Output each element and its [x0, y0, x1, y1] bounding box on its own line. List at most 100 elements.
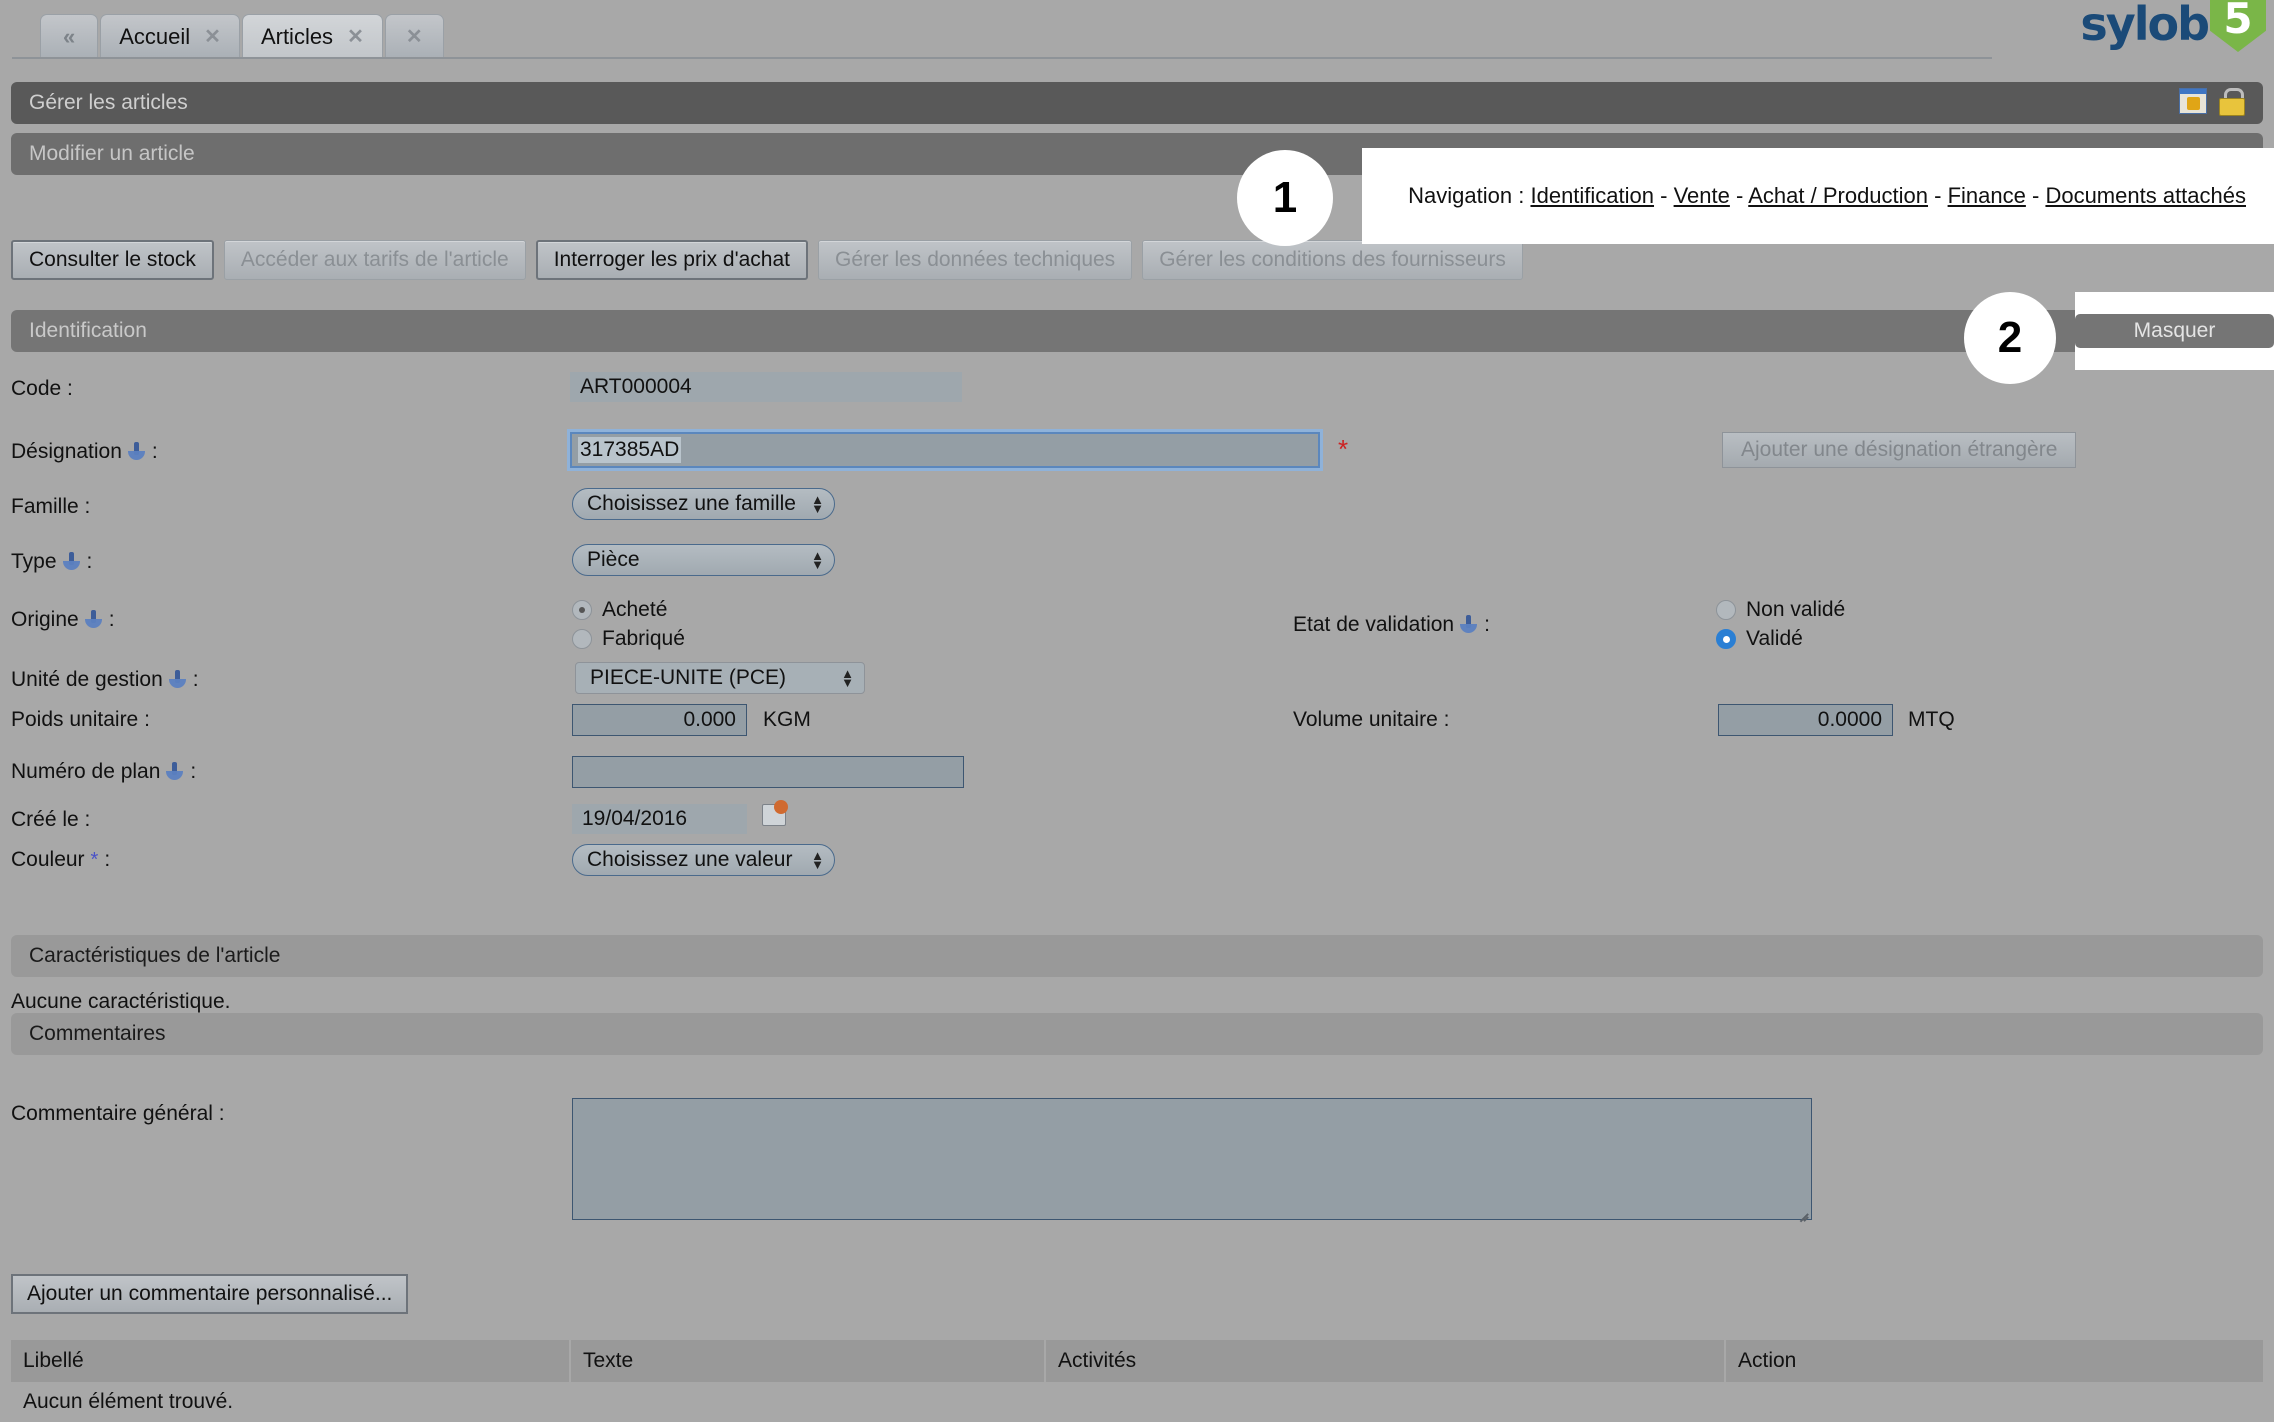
- code-label-text: Code :: [11, 377, 73, 400]
- origine-label-text: Origine: [11, 608, 79, 631]
- radio-icon-selected[interactable]: [1716, 629, 1736, 649]
- section-header-caracteristiques: Caractéristiques de l'article: [11, 935, 2263, 977]
- nav-separator: -: [2032, 183, 2040, 208]
- nav-link-finance[interactable]: Finance: [1948, 183, 2026, 208]
- origine-label-suffix: :: [108, 608, 115, 631]
- masquer-button[interactable]: Masquer: [2075, 314, 2274, 348]
- page-title: Gérer les articles: [29, 91, 188, 114]
- code-label: Code :: [11, 377, 73, 401]
- numero-plan-input[interactable]: [572, 756, 964, 788]
- designation-required-star: *: [1338, 434, 1349, 464]
- close-icon[interactable]: ✕: [406, 24, 423, 49]
- designation-input[interactable]: 317385AD: [567, 429, 1323, 471]
- help-icon[interactable]: [127, 442, 146, 462]
- etat-validation-option-non-valide[interactable]: Non validé: [1716, 598, 1845, 622]
- comments-table: Libellé Texte Activités Action Aucun élé…: [11, 1340, 2263, 1422]
- annotation-number: 2: [1997, 313, 2023, 362]
- button-label: Accéder aux tarifs de l'article: [240, 248, 509, 271]
- calendar-icon[interactable]: [760, 800, 790, 826]
- page-title-bar: Gérer les articles: [11, 82, 2263, 124]
- nav-link-documents-attaches[interactable]: Documents attachés: [2045, 183, 2246, 208]
- nav-link-achat-production[interactable]: Achat / Production: [1748, 183, 1928, 208]
- help-icon[interactable]: [1460, 615, 1478, 635]
- ajouter-commentaire-personnalise-button[interactable]: Ajouter un commentaire personnalisé...: [11, 1274, 409, 1314]
- navigation-links: Navigation : Identification - Vente - Ac…: [1408, 183, 2246, 209]
- window-settings-icon[interactable]: [2179, 88, 2207, 114]
- radio-icon-unselected[interactable]: [572, 629, 592, 649]
- action-button-row: Consulter le stock Accéder aux tarifs de…: [11, 240, 1523, 280]
- radio-icon-selected[interactable]: [572, 600, 592, 620]
- nav-link-vente[interactable]: Vente: [1674, 183, 1730, 208]
- couleur-select-value: Choisissez une valeur: [587, 848, 793, 871]
- poids-unitaire-value: 0.000: [683, 708, 736, 731]
- numero-plan-label-suffix: :: [190, 760, 197, 783]
- numero-plan-label-text: Numéro de plan: [11, 760, 161, 783]
- nav-separator: -: [1736, 183, 1744, 208]
- commentaire-general-textarea[interactable]: [572, 1098, 1812, 1220]
- couleur-select[interactable]: Choisissez une valeur ▲ ▼: [572, 844, 835, 876]
- ajouter-designation-etrangere-button[interactable]: Ajouter une désignation étrangère: [1722, 432, 2077, 468]
- tab-list: « Accueil ✕ Articles ✕ ✕: [40, 14, 446, 58]
- nav-separator: -: [1934, 183, 1942, 208]
- type-label-suffix: :: [86, 550, 93, 573]
- nav-separator: -: [1660, 183, 1668, 208]
- origine-option-achete[interactable]: Acheté: [572, 598, 685, 622]
- table-column-action: Action: [1738, 1349, 1797, 1372]
- close-icon[interactable]: ✕: [347, 24, 364, 49]
- famille-select-value: Choisissez une famille: [587, 492, 796, 515]
- radio-icon-unselected[interactable]: [1716, 600, 1736, 620]
- masquer-highlight-panel: Masquer: [2075, 292, 2274, 370]
- volume-unitaire-input[interactable]: 0.0000: [1718, 704, 1893, 736]
- famille-select[interactable]: Choisissez une famille ▲ ▼: [572, 488, 835, 520]
- resize-grip-icon[interactable]: [1796, 1204, 1810, 1218]
- annotation-marker-2: 2: [1964, 292, 2056, 384]
- close-icon[interactable]: ✕: [204, 24, 221, 49]
- volume-unitaire-label-text: Volume unitaire :: [1293, 708, 1450, 731]
- origine-label: Origine :: [11, 608, 115, 632]
- tab-extra[interactable]: ✕: [384, 14, 444, 58]
- nav-link-identification[interactable]: Identification: [1530, 183, 1654, 208]
- tab-accueil[interactable]: Accueil ✕: [100, 14, 240, 58]
- help-icon[interactable]: [166, 762, 184, 782]
- gerer-les-donnees-techniques-button[interactable]: Gérer les données techniques: [818, 240, 1133, 280]
- origine-option-fabrique[interactable]: Fabriqué: [572, 627, 685, 651]
- help-icon[interactable]: [168, 670, 187, 690]
- type-label: Type :: [11, 550, 92, 574]
- code-value: ART000004: [570, 372, 962, 402]
- etat-validation-label-suffix: :: [1484, 613, 1490, 636]
- help-icon[interactable]: [62, 552, 81, 572]
- poids-unitaire-label-text: Poids unitaire :: [11, 708, 150, 731]
- unite-gestion-select[interactable]: PIECE-UNITE (PCE) ▲ ▼: [575, 662, 865, 694]
- gerer-les-conditions-des-fournisseurs-button[interactable]: Gérer les conditions des fournisseurs: [1142, 240, 1523, 280]
- lock-icon[interactable]: [2217, 88, 2245, 116]
- masquer-label: Masquer: [2133, 319, 2216, 342]
- origine-radio-group: Acheté Fabriqué: [572, 598, 685, 651]
- logo-text: sylob: [2080, 0, 2210, 51]
- interroger-les-prix-dachat-button[interactable]: Interroger les prix d'achat: [535, 240, 808, 280]
- cree-le-value: 19/04/2016: [572, 804, 747, 834]
- cree-le-label: Créé le :: [11, 808, 90, 832]
- tab-scroll-back-button[interactable]: «: [40, 14, 99, 58]
- couleur-label-text: Couleur: [11, 848, 85, 871]
- logo-shield-icon: 5: [2210, 0, 2266, 52]
- button-label: Gérer les conditions des fournisseurs: [1159, 248, 1506, 271]
- etat-validation-option-valide[interactable]: Validé: [1716, 627, 1845, 651]
- type-select[interactable]: Pièce ▲ ▼: [572, 544, 835, 576]
- tab-underline: [12, 57, 1992, 59]
- section-header-commentaires: Commentaires: [11, 1013, 2263, 1055]
- etat-validation-label-text: Etat de validation: [1293, 613, 1455, 636]
- couleur-label-suffix: :: [104, 848, 111, 871]
- tab-articles[interactable]: Articles ✕: [241, 14, 383, 58]
- type-select-value: Pièce: [587, 548, 640, 571]
- tab-articles-label: Articles: [260, 23, 334, 49]
- acceder-aux-tarifs-button[interactable]: Accéder aux tarifs de l'article: [223, 240, 526, 280]
- consulter-le-stock-button[interactable]: Consulter le stock: [11, 240, 214, 280]
- poids-unitaire-input[interactable]: 0.000: [572, 704, 747, 736]
- chevron-double-left-icon: «: [63, 23, 76, 49]
- volume-unitaire-value: 0.0000: [1817, 708, 1882, 731]
- unite-gestion-label-suffix: :: [192, 668, 199, 691]
- numero-plan-label: Numéro de plan :: [11, 760, 196, 784]
- button-label: Ajouter un commentaire personnalisé...: [27, 1282, 393, 1305]
- designation-label: Désignation :: [11, 440, 158, 464]
- help-icon[interactable]: [84, 610, 103, 630]
